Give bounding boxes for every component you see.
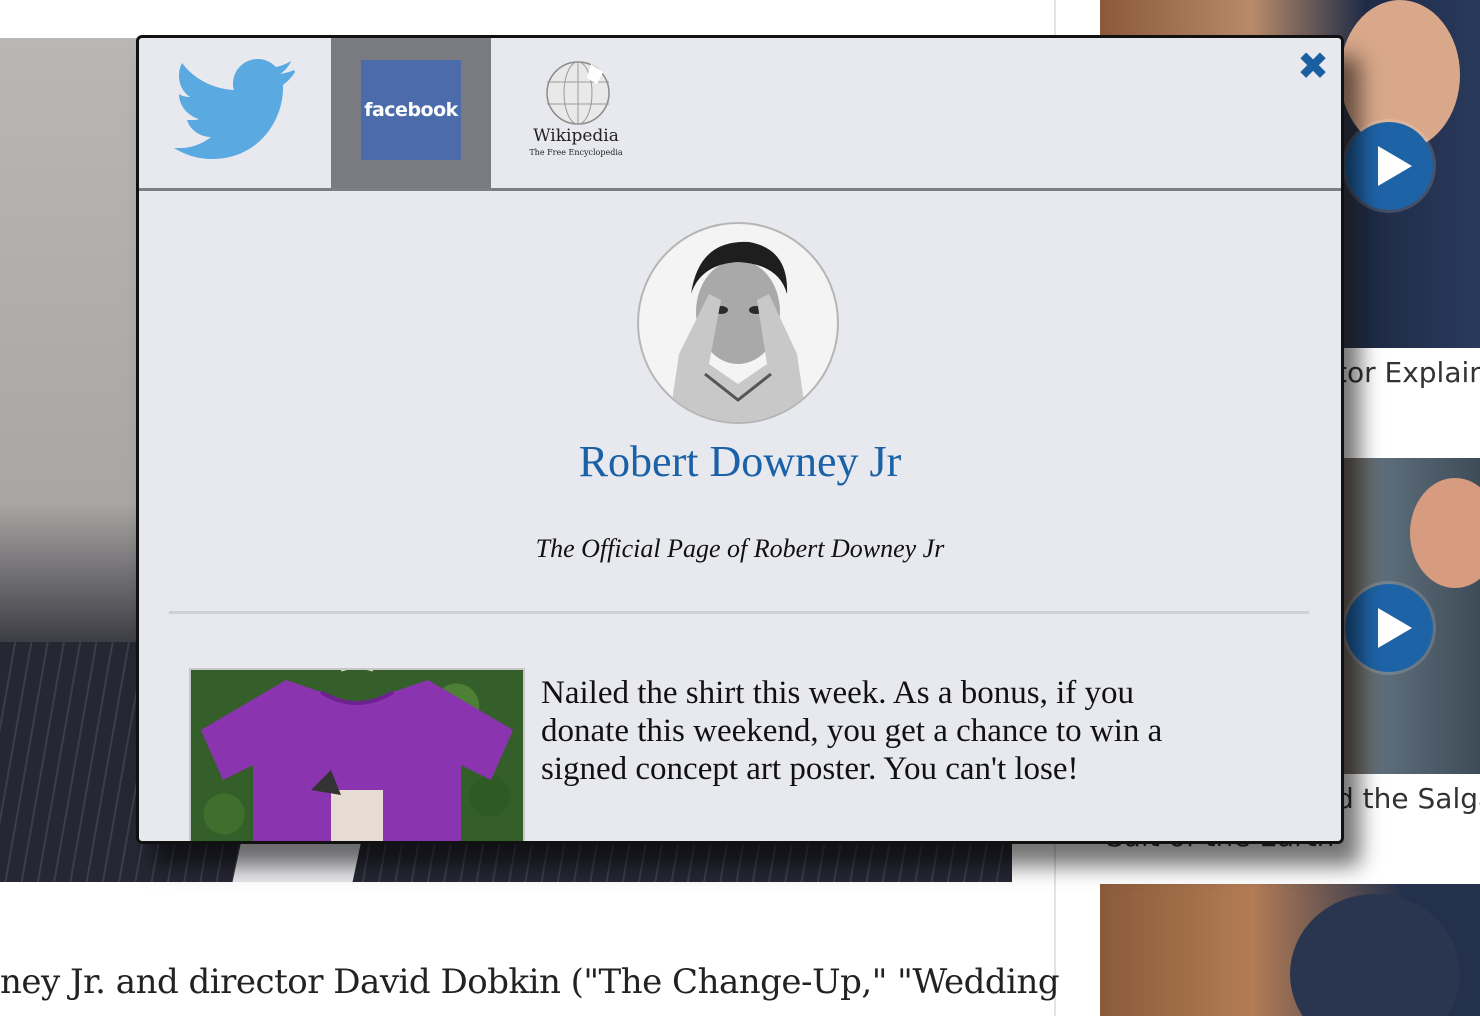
avatar xyxy=(637,222,839,424)
wikipedia-tagline: The Free Encyclopedia xyxy=(529,148,623,157)
tab-facebook[interactable]: facebook xyxy=(331,38,491,188)
video-thumbnail-face xyxy=(1410,478,1480,588)
twitter-bird-icon xyxy=(174,59,295,159)
wikipedia-wordmark: Wikipedia xyxy=(533,126,619,146)
play-icon[interactable] xyxy=(1345,122,1433,210)
wikipedia-globe-icon xyxy=(546,61,610,125)
social-profile-modal: facebook Wikipedia The Free Encyclopedia… xyxy=(136,35,1344,844)
sidebar-video-title[interactable]: tor Explain xyxy=(1336,356,1480,389)
profile-photo xyxy=(669,241,807,422)
post-image[interactable] xyxy=(189,668,525,841)
post-text: Nailed the shirt this week. As a bonus, … xyxy=(541,675,1163,787)
purple-shirt-photo xyxy=(201,670,513,841)
play-icon[interactable] xyxy=(1345,584,1433,672)
article-body-text: ney Jr. and director David Dobkin ("The … xyxy=(0,962,1060,1002)
section-divider xyxy=(169,611,1309,614)
page-description: The Official Page of Robert Downey Jr xyxy=(535,534,945,563)
sidebar-video-3[interactable] xyxy=(1100,884,1480,1016)
sidebar-video-title[interactable]: d the Salga xyxy=(1336,782,1480,815)
social-tabs: facebook Wikipedia The Free Encyclopedia xyxy=(139,38,1341,191)
tab-twitter[interactable] xyxy=(139,38,331,188)
close-icon[interactable]: ✖ xyxy=(1295,47,1331,85)
tab-wikipedia[interactable]: Wikipedia The Free Encyclopedia xyxy=(491,38,661,188)
page-title[interactable]: Robert Downey Jr xyxy=(139,436,1341,487)
video-thumbnail-face xyxy=(1290,894,1460,1016)
facebook-logo: facebook xyxy=(361,60,461,160)
